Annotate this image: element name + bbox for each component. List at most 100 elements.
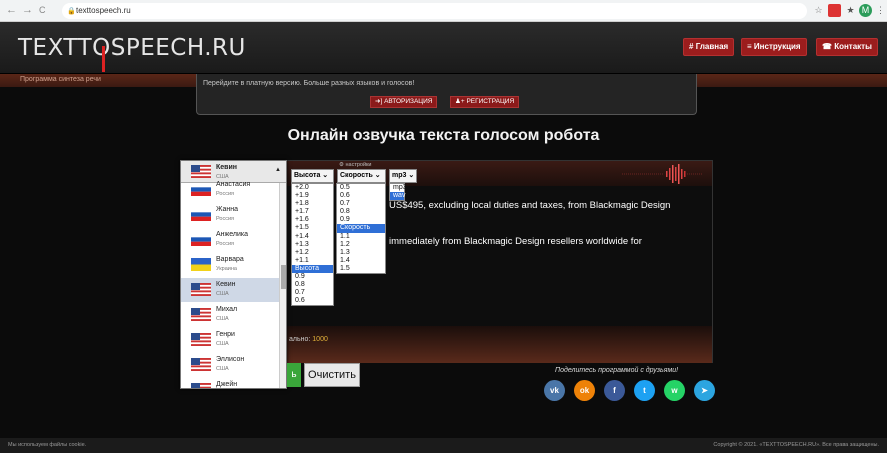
- voice-option[interactable]: Жанна Россия: [181, 203, 281, 227]
- voice-option-name: Эллисон: [216, 356, 245, 363]
- back-icon[interactable]: ←: [6, 4, 17, 16]
- nav-instruction-button[interactable]: ≡ Инструкция: [741, 38, 807, 56]
- format-dropdown[interactable]: mp3 wav: [389, 183, 407, 202]
- pitch-option[interactable]: +1.9: [292, 192, 333, 200]
- nav-contacts-button[interactable]: ☎ Контакты: [816, 38, 878, 56]
- pitch-select[interactable]: Высота ⌄: [291, 169, 334, 183]
- voice-option[interactable]: Генри США: [181, 328, 281, 352]
- address-bar[interactable]: 🔒 texttospeech.ru: [62, 3, 807, 19]
- pitch-option[interactable]: Высота: [292, 264, 333, 274]
- us-flag-icon: [191, 358, 211, 371]
- format-option[interactable]: wav: [390, 192, 405, 201]
- extension-icon[interactable]: ■: [828, 4, 841, 17]
- twitter-share-button[interactable]: t: [634, 380, 655, 401]
- text-line-1: US$495, excluding local duties and taxes…: [389, 200, 671, 211]
- voice-option[interactable]: Анастасия Россия: [181, 178, 281, 202]
- us-flag-icon: [191, 165, 211, 178]
- pitch-option[interactable]: +2.0: [292, 184, 333, 192]
- extensions-icon[interactable]: ★: [844, 4, 857, 17]
- voice-option-name: Джейн: [216, 381, 238, 388]
- speed-select[interactable]: Скорость ⌄: [337, 169, 386, 183]
- logo-accent: [102, 46, 105, 72]
- voice-option-country: США: [216, 316, 229, 322]
- voice-select-list[interactable]: Кевин США ▲ Анастасия Россия Жанна Россия Ан…: [180, 160, 287, 389]
- menu-icon[interactable]: ⋮: [874, 4, 887, 17]
- speed-option[interactable]: 1.4: [337, 257, 385, 265]
- reload-icon[interactable]: C: [39, 5, 46, 15]
- home-icon: #: [689, 42, 694, 51]
- speed-option[interactable]: 0.6: [337, 192, 385, 200]
- voice-option[interactable]: Эллисон США: [181, 353, 281, 377]
- copyright: Copyright © 2021. «TEXTTOSPEECH.RU». Все…: [713, 442, 879, 448]
- voice-scrollbar[interactable]: [279, 183, 286, 388]
- page-title: Онлайн озвучка текста голосом робота: [287, 127, 600, 144]
- pitch-option[interactable]: 0.6: [292, 297, 333, 305]
- pitch-option[interactable]: 0.9: [292, 273, 333, 281]
- speed-option[interactable]: Скорость: [337, 224, 385, 233]
- voice-option-name: Варвара: [216, 256, 244, 263]
- scrollbar-thumb[interactable]: [281, 265, 286, 289]
- settings-label[interactable]: ⚙ настройки: [339, 162, 372, 168]
- lock-icon: 🔒: [67, 8, 76, 15]
- url-text: texttospeech.ru: [76, 6, 131, 15]
- voice-option-country: Россия: [216, 241, 235, 247]
- bookmark-star-icon[interactable]: ☆: [812, 4, 825, 17]
- ok-share-button[interactable]: ok: [574, 380, 595, 401]
- register-button[interactable]: ♟+ РЕГИСТРАЦИЯ: [450, 96, 520, 108]
- us-flag-icon: [191, 308, 211, 321]
- profile-avatar[interactable]: M: [859, 4, 872, 17]
- voice-option[interactable]: Михал США: [181, 303, 281, 327]
- site-logo[interactable]: TEXTTOSPEECH.RU: [18, 35, 246, 61]
- pitch-option[interactable]: +1.2: [292, 249, 333, 257]
- voice-option-country: Украина: [216, 266, 237, 272]
- clear-button[interactable]: Очистить: [304, 363, 360, 387]
- pitch-option[interactable]: +1.1: [292, 257, 333, 265]
- facebook-share-button[interactable]: f: [604, 380, 625, 401]
- voice-option[interactable]: Кевин США: [181, 278, 281, 302]
- phone-icon: ☎: [822, 42, 832, 51]
- forward-icon[interactable]: →: [22, 4, 33, 16]
- speed-option[interactable]: 1.2: [337, 241, 385, 249]
- pitch-option[interactable]: +1.5: [292, 224, 333, 232]
- telegram-share-button[interactable]: ➤: [694, 380, 715, 401]
- voice-option-name: Жанна: [216, 206, 239, 213]
- speed-option[interactable]: 1.5: [337, 265, 385, 273]
- pitch-option[interactable]: +1.7: [292, 208, 333, 216]
- speed-option[interactable]: 1.1: [337, 233, 385, 241]
- ukraine-flag-icon: [191, 258, 211, 271]
- speak-button[interactable]: ь: [287, 363, 301, 387]
- pitch-option[interactable]: +1.4: [292, 233, 333, 241]
- pitch-option[interactable]: +1.6: [292, 216, 333, 224]
- voice-option[interactable]: ДжейнСША: [181, 378, 281, 388]
- voice-option-name: Анжелика: [216, 231, 248, 238]
- pitch-dropdown[interactable]: +2.0 +1.9 +1.8 +1.7 +1.6 +1.5 +1.4 +1.3 +1.2 +1.1…: [291, 183, 334, 307]
- text-line-2: immediately from Blackmagic Design resel…: [389, 236, 642, 247]
- speed-option[interactable]: 0.8: [337, 208, 385, 216]
- russia-flag-icon: [191, 208, 211, 221]
- voice-option-name: Генри: [216, 331, 235, 338]
- speed-option[interactable]: 1.3: [337, 249, 385, 257]
- speed-dropdown[interactable]: 0.5 0.6 0.7 0.8 0.9 Скорость 1.1 1.2 1.3 1.4 1.5: [336, 183, 386, 275]
- speed-option[interactable]: 0.9: [337, 216, 385, 224]
- pitch-option[interactable]: 0.8: [292, 281, 333, 289]
- voice-option-country: США: [216, 291, 229, 297]
- pitch-option[interactable]: 0.7: [292, 289, 333, 297]
- nav-home-button[interactable]: # Главная: [683, 38, 735, 56]
- login-button[interactable]: ➜] АВТОРИЗАЦИЯ: [370, 96, 438, 108]
- voice-option[interactable]: Варвара Украина: [181, 253, 281, 277]
- format-option[interactable]: mp3: [390, 184, 407, 192]
- voice-option-name: Анастасия: [216, 181, 251, 188]
- whatsapp-share-button[interactable]: w: [664, 380, 685, 401]
- pitch-option[interactable]: +1.8: [292, 200, 333, 208]
- pitch-option[interactable]: +1.3: [292, 241, 333, 249]
- share-text: Поделитесь программой с друзьями!: [555, 367, 679, 374]
- speed-option[interactable]: 0.5: [337, 184, 385, 192]
- voice-option-country: США: [216, 341, 229, 347]
- format-select[interactable]: mp3 ⌄: [389, 169, 417, 183]
- voice-option-name: Кевин: [216, 281, 236, 288]
- vk-share-button[interactable]: vk: [544, 380, 565, 401]
- speed-option[interactable]: 0.7: [337, 200, 385, 208]
- russia-flag-icon: [191, 183, 211, 196]
- voice-option[interactable]: Анжелика Россия: [181, 228, 281, 252]
- voice-option-country: Россия: [216, 191, 235, 197]
